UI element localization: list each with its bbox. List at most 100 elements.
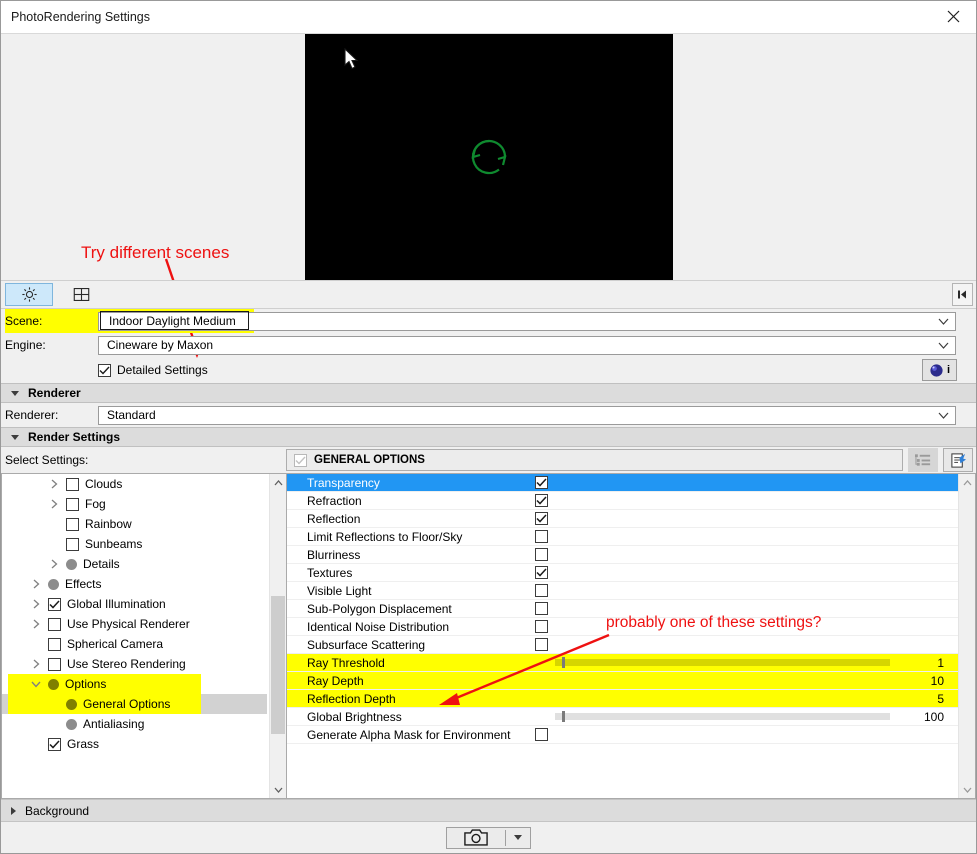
tree-item-checkbox[interactable] [48,637,61,651]
option-row-limit-reflections-to-floor-sky[interactable]: Limit Reflections to Floor/Sky [287,528,958,546]
settings-tree-scrollbar[interactable] [269,474,286,798]
tree-item-use-physical-renderer[interactable]: Use Physical Renderer [2,614,269,634]
close-icon[interactable] [930,1,976,32]
option-checkbox[interactable] [534,530,548,543]
chevron-down-icon [514,835,522,840]
tree-item-rainbow[interactable]: Rainbow [2,514,269,534]
engine-select[interactable]: Cineware by Maxon [98,335,956,355]
tree-item-use-stereo-rendering[interactable]: Use Stereo Rendering [2,654,269,674]
option-row-ray-threshold[interactable]: Ray Threshold 1 [287,654,958,672]
chevron-right-icon[interactable] [30,659,42,669]
option-checkbox[interactable] [534,728,548,741]
tree-item-checkbox[interactable] [48,617,61,631]
option-label: Transparency [307,475,380,490]
chevron-right-icon[interactable] [30,619,42,629]
tree-item-checkbox[interactable] [48,657,61,671]
tree-item-clouds[interactable]: Clouds [2,474,269,494]
info-letter: i [946,364,951,376]
tree-item-effects[interactable]: Effects [2,574,269,594]
tree-item-options[interactable]: Options [2,674,269,694]
tree-item-label: Grass [67,737,100,751]
tree-item-fog[interactable]: Fog [2,494,269,514]
option-checkbox-cell [527,530,555,543]
option-checkbox[interactable] [534,584,548,597]
layout-tab[interactable] [57,283,105,306]
option-value[interactable]: 100 [896,710,958,724]
chevron-right-icon[interactable] [30,579,42,589]
material-info-button[interactable]: i [922,359,957,381]
option-row-reflection[interactable]: Reflection [287,510,958,528]
option-checkbox[interactable] [534,566,548,579]
option-checkbox[interactable] [534,548,548,561]
option-row-textures[interactable]: Textures [287,564,958,582]
scroll-down-icon[interactable] [270,781,286,798]
option-row-subsurface-scattering[interactable]: Subsurface Scattering [287,636,958,654]
general-options-checkbox[interactable] [294,453,307,467]
option-row-transparency[interactable]: Transparency [287,474,958,492]
section-render-settings[interactable]: Render Settings [1,427,976,447]
checkmark-icon [535,496,547,505]
settings-tree[interactable]: Clouds Fog Rainbow Sunbeams Details Effects Gl… [1,473,286,799]
tabstrip-scroll-right-button[interactable] [952,283,973,306]
option-checkbox[interactable] [534,602,548,615]
option-row-global-brightness[interactable]: Global Brightness 100 [287,708,958,726]
option-slider[interactable] [555,711,896,722]
option-row-visible-light[interactable]: Visible Light [287,582,958,600]
chevron-right-icon[interactable] [48,499,60,509]
tree-item-checkbox[interactable] [48,737,61,751]
settings-tree-scroll-thumb[interactable] [271,596,285,734]
option-value[interactable]: 10 [896,674,958,688]
chevron-down-icon[interactable] [30,681,42,688]
tree-item-details[interactable]: Details [2,554,269,574]
checkmark-icon [535,478,547,487]
scroll-up-icon[interactable] [270,474,286,491]
tree-item-checkbox[interactable] [66,497,79,511]
renderer-select[interactable]: Standard [98,405,956,425]
scene-value-box[interactable]: Indoor Daylight Medium [100,311,249,330]
section-renderer[interactable]: Renderer [1,383,976,403]
section-background[interactable]: Background [1,799,976,821]
option-row-generate-alpha-mask-for-environment[interactable]: Generate Alpha Mask for Environment [287,726,958,744]
chevron-right-icon[interactable] [30,599,42,609]
chevron-right-icon[interactable] [48,479,60,489]
option-checkbox-cell [527,548,555,561]
list-view-button[interactable] [908,448,938,472]
tree-item-checkbox[interactable] [48,597,61,611]
tree-item-checkbox[interactable] [66,477,79,491]
tree-item-spherical-camera[interactable]: Spherical Camera [2,634,269,654]
tree-item-grass[interactable]: Grass [2,734,269,754]
export-settings-button[interactable] [943,448,973,472]
chevron-right-icon[interactable] [48,559,60,569]
section-render-settings-title: Render Settings [28,430,121,444]
option-value[interactable]: 1 [896,656,958,670]
render-camera-button[interactable] [447,828,505,848]
options-panel-header: GENERAL OPTIONS [286,447,976,473]
slider-track[interactable] [555,711,890,722]
slider-knob[interactable] [561,711,565,722]
tree-item-checkbox[interactable] [66,537,79,551]
options-list-scrollbar[interactable] [958,474,975,798]
option-row-ray-depth[interactable]: Ray Depth 10 [287,672,958,690]
window-title: PhotoRendering Settings [11,10,150,24]
general-options-list[interactable]: Transparency Refraction Reflection Limit Re… [286,473,976,799]
scroll-down-icon[interactable] [959,781,975,798]
tree-item-global-illumination[interactable]: Global Illumination [2,594,269,614]
scroll-up-icon[interactable] [959,474,975,491]
option-row-refraction[interactable]: Refraction [287,492,958,510]
tree-item-general-options[interactable]: General Options [2,694,269,714]
section-renderer-title: Renderer [28,386,81,400]
camera-dropdown-button[interactable] [506,828,530,848]
detailed-settings-checkbox[interactable] [98,363,111,377]
tree-item-checkbox[interactable] [66,517,79,531]
option-row-blurriness[interactable]: Blurriness [287,546,958,564]
option-value[interactable]: 5 [896,692,958,706]
tree-item-sunbeams[interactable]: Sunbeams [2,534,269,554]
settings-tab[interactable] [5,283,53,306]
option-checkbox[interactable] [534,494,548,507]
option-checkbox[interactable] [534,476,548,489]
option-checkbox[interactable] [534,512,548,525]
scene-label: Scene: [5,309,98,333]
detailed-settings-label: Detailed Settings [117,363,208,377]
tree-item-antialiasing[interactable]: Antialiasing [2,714,269,734]
option-row-reflection-depth[interactable]: Reflection Depth 5 [287,690,958,708]
